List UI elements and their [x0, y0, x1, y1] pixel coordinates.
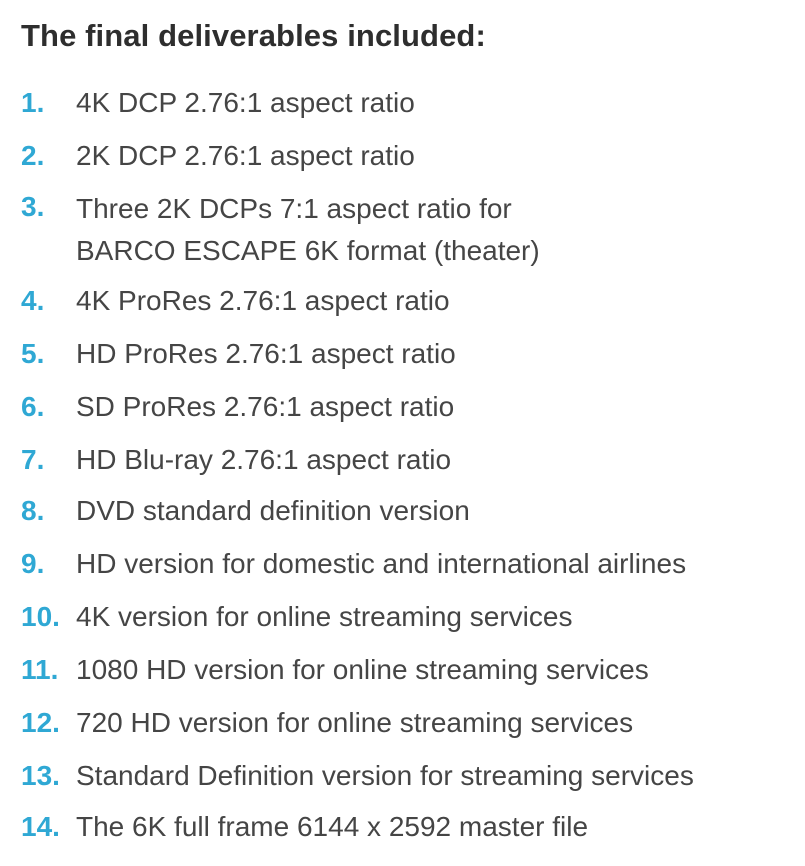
item-text: DVD standard definition version — [76, 495, 470, 526]
item-text: 720 HD version for online streaming serv… — [76, 707, 634, 738]
item-text: Three 2K DCPs 7:1 aspect ratio for BARCO… — [76, 193, 540, 266]
item-text: Standard Definition version for streamin… — [76, 760, 694, 791]
item-text: HD version for domestic and internationa… — [76, 548, 687, 579]
item-number: 11. — [21, 654, 59, 685]
item-number: 10. — [21, 601, 60, 632]
item-number: 4. — [21, 285, 45, 316]
item-text: 4K version for online streaming services — [76, 601, 573, 632]
item-number: 14. — [21, 811, 60, 842]
item-number: 2. — [21, 140, 45, 171]
item-number: 9. — [21, 548, 45, 579]
item-text: HD Blu-ray 2.76:1 aspect ratio — [76, 444, 452, 475]
item-text: HD ProRes 2.76:1 aspect ratio — [76, 338, 456, 369]
page-heading: The final deliverables included: — [21, 18, 486, 53]
item-text: SD ProRes 2.76:1 aspect ratio — [76, 391, 455, 422]
item-number: 5. — [21, 338, 45, 369]
item-number: 12. — [21, 707, 60, 738]
item-text: 4K ProRes 2.76:1 aspect ratio — [76, 285, 450, 316]
item-number: 6. — [21, 391, 45, 422]
item-number: 3. — [21, 191, 45, 222]
item-text: The 6K full frame 6144 x 2592 master fil… — [76, 811, 589, 842]
item-text: 4K DCP 2.76:1 aspect ratio — [76, 87, 415, 118]
item-number: 8. — [21, 495, 45, 526]
item-number: 1. — [21, 87, 45, 118]
item-number: 13. — [21, 760, 60, 791]
item-number: 7. — [21, 444, 45, 475]
item-text: 1080 HD version for online streaming ser… — [76, 654, 649, 685]
item-text: 2K DCP 2.76:1 aspect ratio — [76, 140, 415, 171]
